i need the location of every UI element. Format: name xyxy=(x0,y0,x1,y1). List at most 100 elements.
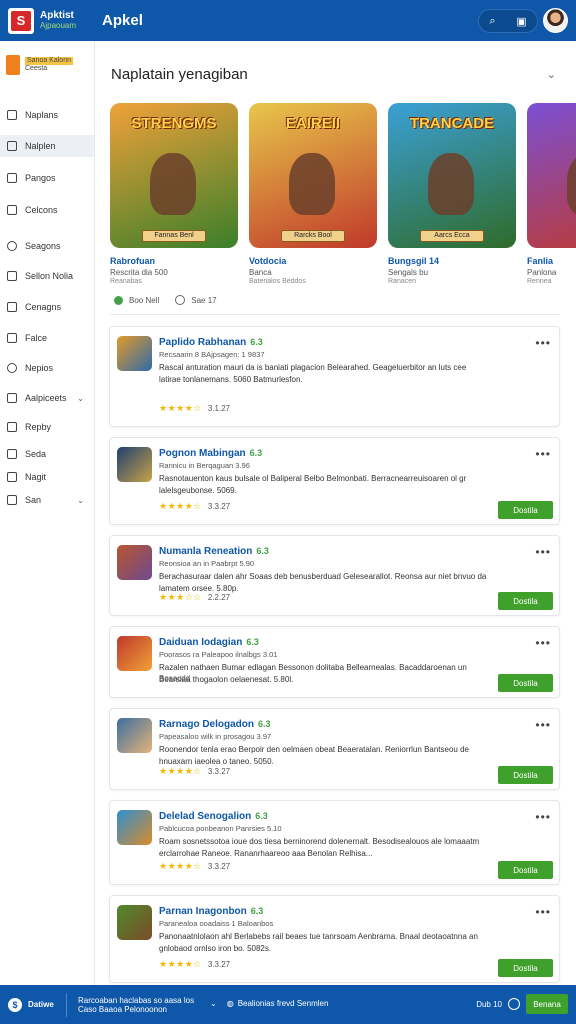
apps-icon xyxy=(7,393,17,403)
star-rating-icon: ★★★★☆ xyxy=(159,403,202,413)
home-icon xyxy=(7,110,17,120)
sidebar-item-label: Pangos xyxy=(25,173,56,183)
featured-name[interactable]: Bungsgil 14 xyxy=(388,256,516,266)
app-thumbnail[interactable] xyxy=(117,810,152,845)
footer-line1[interactable]: Rarcoaban haclabas so aasa los xyxy=(78,996,194,1005)
divider xyxy=(110,314,560,315)
install-button[interactable]: Dostila xyxy=(498,766,553,784)
app-name[interactable]: Numanla Reneation xyxy=(159,546,252,557)
star-rating-icon: ★★★★☆ xyxy=(159,861,202,871)
sidebar-item-8[interactable]: Nepios xyxy=(0,357,94,379)
app-thumbnail[interactable] xyxy=(117,718,152,753)
more-options-icon[interactable]: ••• xyxy=(535,810,551,824)
app-list-item[interactable]: Paplido Rabhanan 6.3 Recsaarin 8 BAjpsagen… xyxy=(109,326,560,427)
app-rating: ★★★★☆ 3.3.27 xyxy=(159,501,230,512)
app-thumbnail[interactable] xyxy=(117,336,152,371)
shield-icon xyxy=(7,241,17,251)
chevron-down-icon[interactable]: ⌄ xyxy=(77,394,84,403)
avatar[interactable] xyxy=(543,8,568,33)
chevron-down-icon[interactable]: ⌄ xyxy=(547,68,556,81)
featured-artwork[interactable]: TRANCADE Aarcs Ecca xyxy=(388,103,516,248)
sidebar-item-10[interactable]: Repby xyxy=(0,416,94,438)
footer-mid-text[interactable]: Bealionias frevd Senmlen xyxy=(238,999,329,1008)
app-name[interactable]: Paplido Rabhanan xyxy=(159,337,246,348)
sidebar-item-9[interactable]: Aalpiceets ⌄ xyxy=(0,387,94,409)
star-rating-icon: ★★★☆☆ xyxy=(159,592,202,602)
sidebar-item-6[interactable]: Cenagns xyxy=(0,296,94,318)
featured-name[interactable]: Rabrofuan xyxy=(110,256,238,266)
featured-sub: Rescrita dia 500 xyxy=(110,268,168,277)
featured-name[interactable]: Votdocia xyxy=(249,256,377,266)
app-name[interactable]: Daiduan Iodagian xyxy=(159,637,242,648)
sidebar-item-label: Celcons xyxy=(25,205,58,215)
app-rating-value: 3.3.27 xyxy=(207,767,231,776)
app-list-item[interactable]: Daiduan Iodagian 6.3 Poorasos ra Paleapoo … xyxy=(109,626,560,698)
more-options-icon[interactable]: ••• xyxy=(535,636,551,650)
sidebar-brand[interactable]: Sanoa Kalonn Ceesta xyxy=(6,55,73,75)
star-rating-icon: ★★★★☆ xyxy=(159,766,202,776)
sidebar: Sanoa Kalonn Ceesta Naplans Nalplen Pangos… xyxy=(0,41,95,985)
more-options-icon[interactable]: ••• xyxy=(535,336,551,350)
app-thumbnail[interactable] xyxy=(117,545,152,580)
footer-action-button[interactable]: Benana xyxy=(526,994,568,1014)
app-list-item[interactable]: Rarnago Delogadon 6.3 Papeasaloo wilk in p… xyxy=(109,708,560,790)
search-icon[interactable]: ⌕ xyxy=(489,15,495,28)
app-thumbnail[interactable] xyxy=(117,447,152,482)
featured-card[interactable]: KA Fanlia PanlonaRennea xyxy=(527,103,576,285)
install-button[interactable]: Dostila xyxy=(498,861,553,879)
sidebar-item-3[interactable]: Celcons xyxy=(0,199,94,221)
chevron-down-icon[interactable]: ⌄ xyxy=(210,999,217,1008)
app-list-item[interactable]: Numanla Reneation 6.3 Reonsioa an in Paabr… xyxy=(109,535,560,616)
sidebar-item-7[interactable]: Falce xyxy=(0,327,94,349)
install-button[interactable]: Dostila xyxy=(498,959,553,977)
featured-artwork[interactable]: EAIREII Rarcks Bool xyxy=(249,103,377,248)
app-meta: Reonsioa an in Paabrpt 5.90 xyxy=(159,559,255,568)
featured-name[interactable]: Fanlia xyxy=(527,256,576,266)
brand-line1: Apktist xyxy=(40,9,74,21)
more-options-icon[interactable]: ••• xyxy=(535,447,551,461)
help-icon[interactable] xyxy=(508,998,520,1010)
featured-art-title: KA xyxy=(533,115,576,132)
featured-artwork[interactable]: KA xyxy=(527,103,576,248)
featured-card[interactable]: STRENGMS Fannas Benl Rabrofuan Rescrita dia… xyxy=(110,103,238,285)
folder-icon xyxy=(7,333,17,343)
sidebar-item-label: Aalpiceets xyxy=(25,393,67,403)
install-button[interactable]: Dostila xyxy=(498,501,553,519)
sidebar-item-11[interactable]: Seda xyxy=(0,443,94,465)
chat-icon[interactable]: ▣ xyxy=(516,15,526,28)
sidebar-item-0[interactable]: Naplans xyxy=(0,104,94,126)
app-name[interactable]: Parnan Inagonbon xyxy=(159,906,247,917)
featured-artwork[interactable]: STRENGMS Fannas Benl xyxy=(110,103,238,248)
app-name[interactable]: Rarnago Delogadon xyxy=(159,719,254,730)
app-description: Panonaatnlolaon ahl Berlabebs rail beaes… xyxy=(159,932,478,953)
featured-card[interactable]: TRANCADE Aarcs Ecca Bungsgil 14 Sengals bu R… xyxy=(388,103,516,285)
featured-card[interactable]: EAIREII Rarcks Bool Votdocia Banca Batenalos… xyxy=(249,103,377,285)
install-button[interactable]: Dostila xyxy=(498,674,553,692)
sidebar-item-12[interactable]: Nagit xyxy=(0,466,94,488)
sidebar-item-13[interactable]: San ⌄ xyxy=(0,489,94,511)
chevron-down-icon[interactable]: ⌄ xyxy=(77,496,84,505)
more-options-icon[interactable]: ••• xyxy=(535,545,551,559)
more-options-icon[interactable]: ••• xyxy=(535,718,551,732)
app-list-item[interactable]: Delelad Senogalion 6.3 Pablcucoa ponbeanon… xyxy=(109,800,560,885)
install-button[interactable]: Dostila xyxy=(498,592,553,610)
grid-icon xyxy=(7,141,17,151)
app-thumbnail[interactable] xyxy=(117,905,152,940)
sidebar-item-1[interactable]: Nalplen xyxy=(0,135,94,157)
app-name[interactable]: Delelad Senogalion xyxy=(159,811,251,822)
page-title: Apkel xyxy=(102,12,143,29)
sidebar-item-5[interactable]: Sellon Nolia xyxy=(0,265,94,287)
more-options-icon[interactable]: ••• xyxy=(535,905,551,919)
app-list-item[interactable]: Pognon Mabingan 6.3 Rannicu in Berqaguan 3… xyxy=(109,437,560,525)
featured-badge: Fannas Benl xyxy=(142,230,206,242)
sidebar-item-label: Seda xyxy=(25,449,47,459)
stats-count: Boo Nell xyxy=(129,295,160,305)
app-list-item[interactable]: Parnan Inagonbon 6.3 Paranealoa ooadaiss 1… xyxy=(109,895,560,983)
app-name[interactable]: Pognon Mabingan xyxy=(159,448,246,459)
footer-logo-icon[interactable]: $ xyxy=(8,997,22,1012)
sidebar-item-4[interactable]: Seagons xyxy=(0,235,94,257)
footer-right-text[interactable]: Dub 10 xyxy=(476,1000,502,1009)
app-thumbnail[interactable] xyxy=(117,636,152,671)
sidebar-item-2[interactable]: Pangos xyxy=(0,167,94,189)
app-logo[interactable]: S xyxy=(8,7,34,34)
